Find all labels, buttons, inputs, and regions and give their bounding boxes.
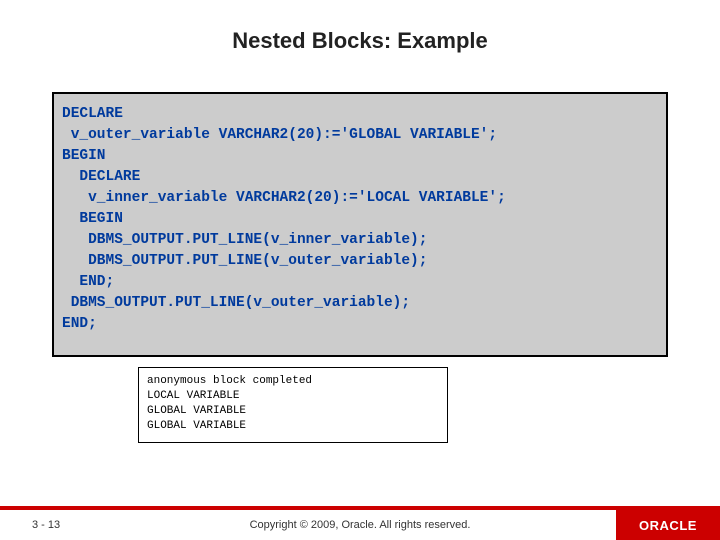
code-line: BEGIN bbox=[62, 211, 123, 227]
code-line: DBMS_OUTPUT.PUT_LINE(v_outer_variable); bbox=[62, 253, 427, 269]
code-line: DBMS_OUTPUT.PUT_LINE(v_inner_variable); bbox=[62, 232, 427, 248]
page-number: 3 - 13 bbox=[32, 519, 60, 531]
output-block: anonymous block completed LOCAL VARIABLE… bbox=[138, 367, 448, 442]
output-line: anonymous block completed bbox=[147, 375, 312, 387]
code-line: v_inner_variable VARCHAR2(20):='LOCAL VA… bbox=[62, 190, 506, 206]
output-line: LOCAL VARIABLE bbox=[147, 390, 239, 402]
slide-title: Nested Blocks: Example bbox=[0, 0, 720, 72]
output-line: GLOBAL VARIABLE bbox=[147, 405, 246, 417]
code-line: DECLARE bbox=[62, 169, 140, 185]
output-line: GLOBAL VARIABLE bbox=[147, 420, 246, 432]
footer: 3 - 13 Copyright © 2009, Oracle. All rig… bbox=[0, 510, 720, 540]
code-line: BEGIN bbox=[62, 148, 106, 164]
code-line: v_outer_variable VARCHAR2(20):='GLOBAL V… bbox=[62, 127, 497, 143]
oracle-logo: ORACLE bbox=[616, 510, 720, 540]
code-line: DECLARE bbox=[62, 106, 123, 122]
code-block: DECLARE v_outer_variable VARCHAR2(20):='… bbox=[52, 92, 668, 357]
code-line: DBMS_OUTPUT.PUT_LINE(v_outer_variable); bbox=[62, 295, 410, 311]
copyright-text: Copyright © 2009, Oracle. All rights res… bbox=[0, 519, 720, 531]
code-line: END; bbox=[62, 316, 97, 332]
code-line: END; bbox=[62, 274, 114, 290]
